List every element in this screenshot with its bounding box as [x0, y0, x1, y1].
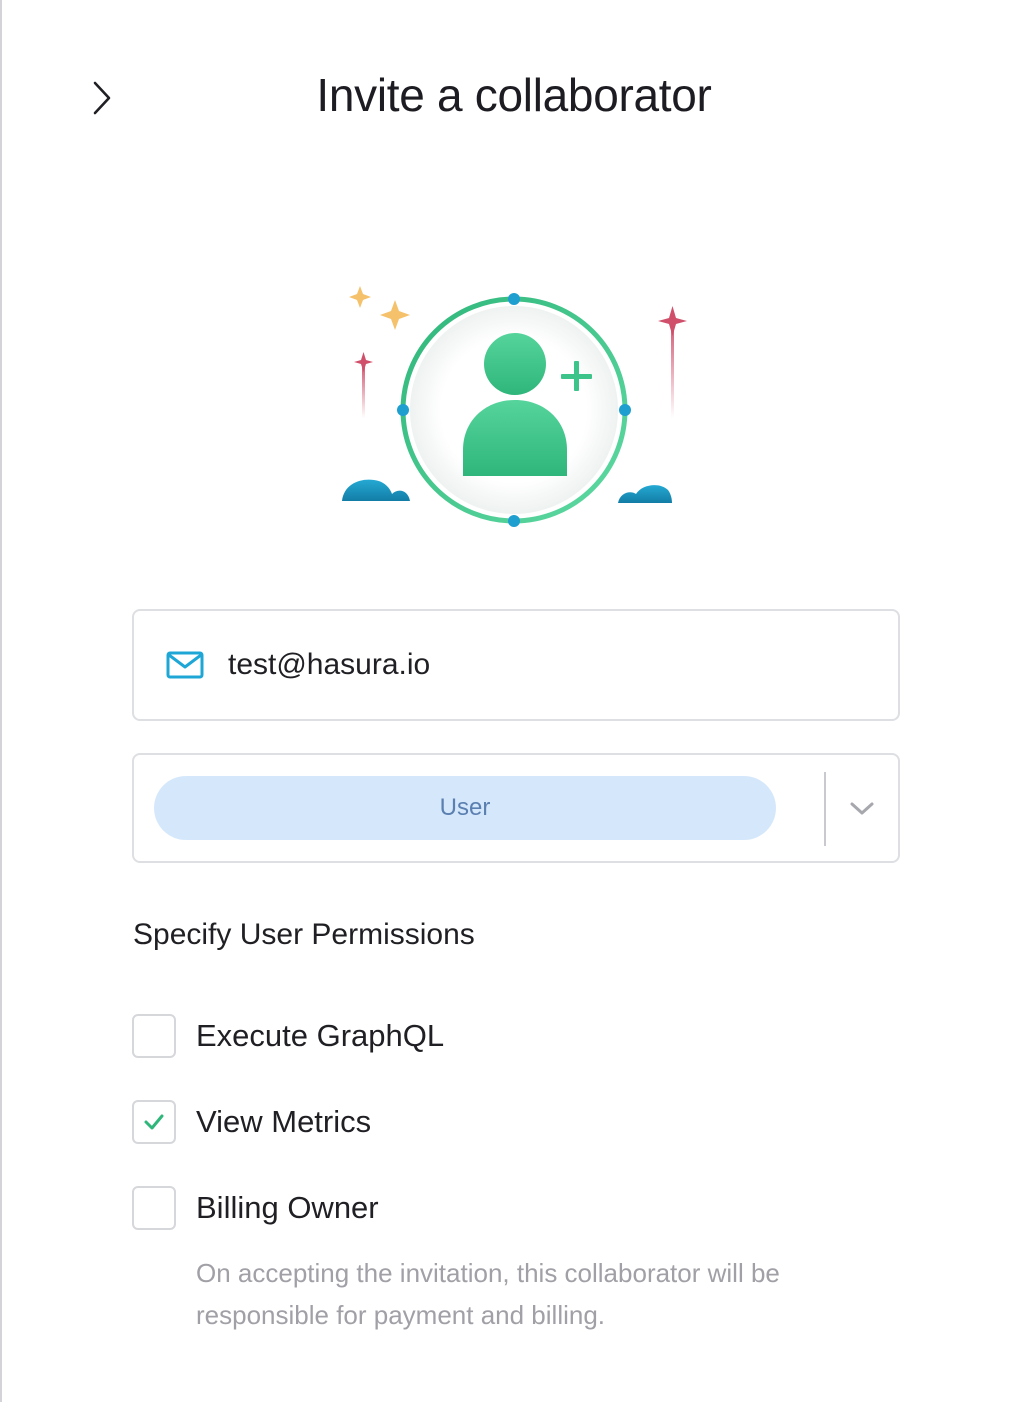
- role-dropdown-button[interactable]: [846, 793, 878, 825]
- execute-graphql-checkbox[interactable]: [132, 1014, 176, 1058]
- permission-label: View Metrics: [196, 1104, 372, 1139]
- permission-execute-graphql[interactable]: Execute GraphQL: [132, 1012, 444, 1060]
- view-metrics-checkbox[interactable]: [132, 1100, 176, 1144]
- role-select-divider: [824, 772, 826, 846]
- permissions-heading: Specify User Permissions: [133, 918, 475, 951]
- permission-billing-owner[interactable]: Billing Owner: [132, 1184, 379, 1232]
- permission-label: Execute GraphQL: [196, 1018, 445, 1053]
- email-input[interactable]: [228, 648, 828, 682]
- page-title: Invite a collaborator: [316, 69, 712, 121]
- billing-owner-note: On accepting the invitation, this collab…: [196, 1258, 780, 1330]
- check-icon: [144, 1114, 164, 1130]
- invite-collaborator-panel: Invite a collaborator test@hasura.io Use…: [0, 0, 1026, 1402]
- mail-icon: [166, 651, 204, 679]
- role-select[interactable]: User: [132, 753, 900, 863]
- permission-label: Billing Owner: [196, 1190, 379, 1225]
- email-field[interactable]: [132, 609, 900, 721]
- chevron-down-icon: [850, 802, 874, 815]
- role-selected-value[interactable]: User: [154, 776, 776, 840]
- permission-view-metrics[interactable]: View Metrics: [132, 1098, 371, 1146]
- billing-owner-checkbox[interactable]: [132, 1186, 176, 1230]
- add-user-illustration: [342, 286, 687, 527]
